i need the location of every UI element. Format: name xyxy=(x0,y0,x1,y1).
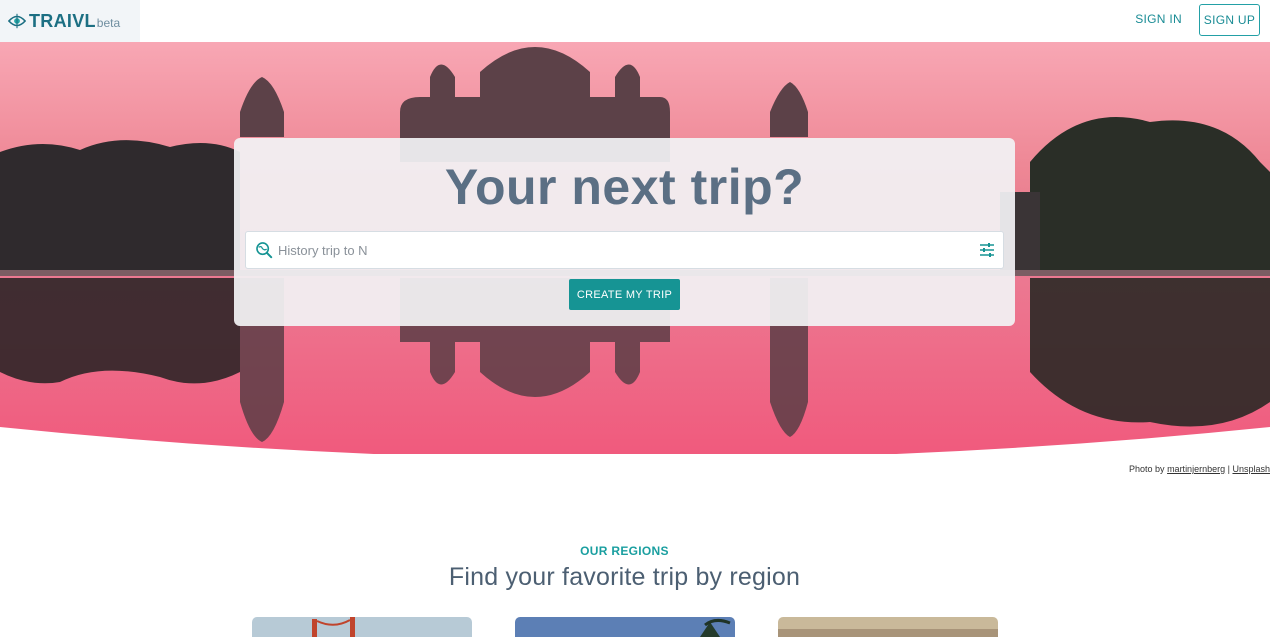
compass-eye-icon xyxy=(8,13,26,29)
brand-logo[interactable]: TRAIVL beta xyxy=(0,0,140,42)
credit-prefix: Photo by xyxy=(1129,464,1165,474)
region-card[interactable] xyxy=(778,617,998,637)
brand-beta-tag: beta xyxy=(96,16,121,30)
region-card-image xyxy=(515,617,735,637)
hero-headline: Your next trip? xyxy=(444,159,805,215)
regions-title: Find your favorite trip by region xyxy=(448,563,801,591)
sign-in-link[interactable]: SIGN IN xyxy=(1135,12,1182,26)
photo-credit: Photo by martinjernberg | Unsplash xyxy=(1129,464,1270,474)
regions-eyebrow: OUR REGIONS xyxy=(580,544,669,558)
top-navbar: TRAIVL beta SIGN IN SIGN UP xyxy=(0,0,1270,42)
region-card-image xyxy=(778,617,998,637)
sign-up-button[interactable]: SIGN UP xyxy=(1199,4,1260,36)
trip-search-card: Your next trip? CREATE MY TRIP xyxy=(234,138,1015,326)
search-globe-icon xyxy=(256,242,273,259)
region-card-image xyxy=(252,617,472,637)
credit-separator: | xyxy=(1227,464,1230,474)
create-trip-button[interactable]: CREATE MY TRIP xyxy=(569,279,680,310)
credit-source-link[interactable]: Unsplash xyxy=(1232,464,1270,474)
credit-author-link[interactable]: martinjernberg xyxy=(1167,464,1225,474)
region-card[interactable] xyxy=(515,617,735,637)
brand-name: TRAIVL xyxy=(29,10,96,31)
trip-search-input[interactable] xyxy=(278,242,979,258)
trip-search-box[interactable] xyxy=(245,231,1004,269)
region-card[interactable] xyxy=(252,617,472,637)
sliders-icon[interactable] xyxy=(979,242,995,258)
